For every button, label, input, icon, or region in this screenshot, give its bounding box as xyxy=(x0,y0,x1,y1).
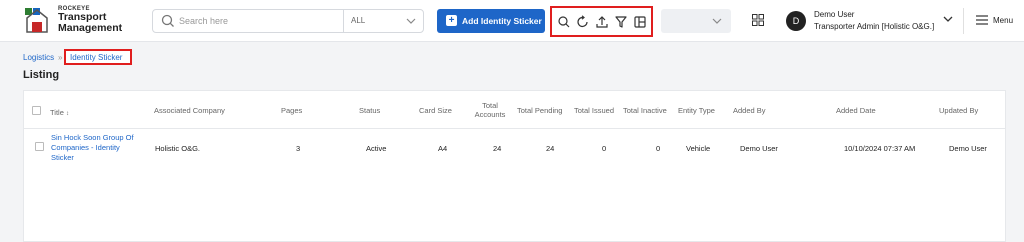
cell-entity-type: Vehicle xyxy=(686,144,711,153)
filter-icon[interactable] xyxy=(614,15,628,29)
cell-card-size: A4 xyxy=(438,144,448,153)
header-divider xyxy=(963,8,964,34)
header-total-accounts-line1: Total xyxy=(482,101,498,110)
breadcrumb-separator: » xyxy=(58,53,63,62)
row-title-line3: Sticker xyxy=(51,153,74,162)
header-total-inactive[interactable]: Total Inactive xyxy=(623,106,667,115)
header-total-accounts[interactable]: Total Accounts xyxy=(473,101,507,119)
chevron-down-icon[interactable] xyxy=(942,13,954,25)
header-added-by[interactable]: Added By xyxy=(733,106,766,115)
sort-icon[interactable]: ↕ xyxy=(66,111,69,117)
cell-total-issued: 0 xyxy=(602,144,607,153)
brand-line2: Management xyxy=(58,22,123,34)
cell-total-accounts: 24 xyxy=(493,144,502,153)
breadcrumb-logistics[interactable]: Logistics xyxy=(23,53,54,62)
search-icon[interactable] xyxy=(557,15,571,29)
cell-total-inactive: 0 xyxy=(656,144,661,153)
header-updated-by[interactable]: Updated By xyxy=(939,106,978,115)
row-title-link[interactable]: Sin Hock Soon Group Of Companies - Ident… xyxy=(51,133,151,163)
columns-icon[interactable] xyxy=(633,15,647,29)
plus-icon: + xyxy=(446,15,457,26)
chevron-down-icon xyxy=(712,18,722,24)
upload-icon[interactable] xyxy=(595,15,609,29)
cell-total-pending: 24 xyxy=(546,144,555,153)
header-total-pending[interactable]: Total Pending xyxy=(517,106,562,115)
search-box: Search here ALL xyxy=(152,9,424,33)
add-button-label: Add Identity Sticker xyxy=(462,16,542,26)
search-divider xyxy=(343,10,344,32)
header-total-accounts-line2: Accounts xyxy=(474,110,506,119)
add-identity-sticker-button[interactable]: + Add Identity Sticker xyxy=(437,9,545,33)
row-title-line2: Companies - Identity xyxy=(51,143,120,152)
header-company[interactable]: Associated Company xyxy=(154,106,225,115)
menu-button[interactable]: Menu xyxy=(993,16,1013,25)
cell-pages: 3 xyxy=(296,144,301,153)
refresh-icon[interactable] xyxy=(576,15,590,29)
header-status[interactable]: Status xyxy=(359,106,380,115)
cell-status: Active xyxy=(366,144,387,153)
user-role: Transporter Admin [Holistic O&G.] xyxy=(814,22,935,31)
filter-select[interactable]: ALL xyxy=(351,16,365,25)
listing-table: Title ↕ Associated Company Pages Status … xyxy=(23,90,1006,242)
header-title[interactable]: Title ↕ xyxy=(50,108,69,117)
header-entity-type[interactable]: Entity Type xyxy=(678,106,715,115)
hamburger-icon[interactable] xyxy=(976,15,988,25)
row-checkbox[interactable] xyxy=(35,142,44,151)
brand[interactable]: ROCKEYE Transport Management xyxy=(58,6,122,34)
page-title: Listing xyxy=(23,69,60,81)
breadcrumb-identity-sticker[interactable]: Identity Sticker xyxy=(64,49,132,65)
row-title-line1: Sin Hock Soon Group Of xyxy=(51,133,134,142)
header-title-label: Title xyxy=(50,108,64,117)
header-divider xyxy=(24,128,1005,129)
cell-updated-by: Demo User xyxy=(949,144,987,153)
search-input[interactable]: Search here xyxy=(179,16,228,26)
toolbar-icons xyxy=(550,6,653,37)
header-pages[interactable]: Pages xyxy=(281,106,302,115)
chevron-down-icon[interactable] xyxy=(405,15,417,27)
header-card-size[interactable]: Card Size xyxy=(419,106,452,115)
apps-grid-icon[interactable] xyxy=(752,14,764,26)
cell-added-by: Demo User xyxy=(740,144,778,153)
cell-added-date: 10/10/2024 07:37 AM xyxy=(844,144,916,153)
header-added-date[interactable]: Added Date xyxy=(836,106,876,115)
header-total-issued[interactable]: Total Issued xyxy=(574,106,614,115)
secondary-select[interactable] xyxy=(661,9,731,33)
logo-icon[interactable] xyxy=(24,6,50,34)
user-name[interactable]: Demo User xyxy=(814,10,854,19)
search-icon xyxy=(161,14,174,27)
avatar[interactable]: D xyxy=(786,11,806,31)
cell-company: Holistic O&G. xyxy=(155,144,201,153)
select-all-checkbox[interactable] xyxy=(32,106,41,115)
top-header: ROCKEYE Transport Management Search here… xyxy=(0,0,1024,42)
